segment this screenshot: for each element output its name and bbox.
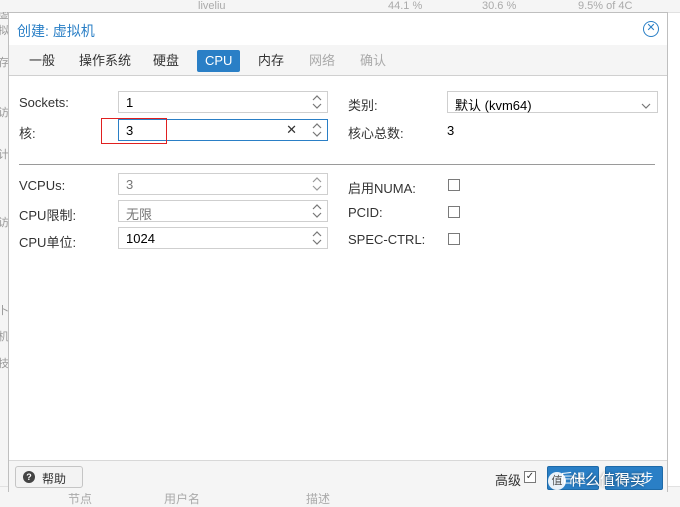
cpu-type-value: 默认 (kvm64): [455, 98, 532, 113]
spec-ctrl-label: SPEC-CTRL:: [348, 232, 426, 247]
question-circle-icon: ?: [23, 471, 35, 483]
type-label: 类别:: [348, 98, 378, 113]
cores-label: 核:: [19, 126, 36, 141]
dialog-titlebar: 创建: 虚拟机 ✕: [9, 13, 667, 45]
background-text: liveliu: [198, 0, 226, 12]
spinner-icon[interactable]: [311, 203, 323, 219]
cpu-units-label: CPU单位:: [19, 235, 77, 250]
spec-ctrl-checkbox[interactable]: [448, 233, 460, 245]
background-text: 44.1 %: [388, 0, 423, 12]
background-text: 卜: [0, 305, 8, 317]
background-text: 存: [0, 57, 8, 69]
help-label: 帮助: [42, 472, 67, 486]
create-vm-dialog: 创建: 虚拟机 ✕ 一般 操作系统 硬盘 CPU 内存 网络 确认 Socket…: [8, 12, 668, 493]
background-text: 技: [0, 358, 8, 370]
chevron-down-icon[interactable]: [641, 98, 651, 113]
tab-confirm[interactable]: 确认: [352, 50, 394, 72]
total-cores-value: 3: [447, 123, 455, 138]
spinner-icon[interactable]: [311, 176, 323, 192]
advanced-label: 高级: [495, 473, 522, 488]
close-icon[interactable]: ✕: [643, 21, 659, 37]
cpu-limit-label: CPU限制:: [19, 208, 77, 223]
background-text: 机: [0, 331, 8, 343]
total-cores-label: 核心总数:: [348, 126, 404, 141]
tab-general[interactable]: 一般: [21, 50, 63, 72]
spinner-icon[interactable]: [311, 122, 323, 138]
clear-icon[interactable]: ✕: [286, 122, 297, 138]
background-sidebar: 虚拟 存 访 计 访 卜 机 技: [0, 12, 8, 506]
pcid-checkbox[interactable]: [448, 206, 460, 218]
background-text: 计: [0, 149, 8, 161]
pcid-label: PCID:: [348, 205, 383, 220]
numa-label: 启用NUMA:: [348, 181, 416, 196]
cpu-type-select[interactable]: 默认 (kvm64): [447, 91, 658, 113]
advanced-checkbox[interactable]: ✓: [524, 471, 536, 483]
tab-disk[interactable]: 硬盘: [145, 50, 187, 72]
background-text: 9.5% of 4C: [578, 0, 633, 12]
background-text: 30.6 %: [482, 0, 517, 12]
help-button[interactable]: ? 帮助: [15, 466, 83, 488]
background-text: 访: [0, 217, 8, 229]
spinner-icon[interactable]: [311, 230, 323, 246]
cpu-units-value: 1024: [126, 231, 155, 246]
section-divider: [19, 164, 655, 165]
background-text: 访: [0, 107, 8, 119]
vcpus-label: VCPUs:: [19, 178, 66, 193]
dialog-title: 创建: 虚拟机: [17, 23, 95, 39]
tab-bar: 一般 操作系统 硬盘 CPU 内存 网络 确认: [9, 45, 667, 76]
annotation-highlight-box: [101, 118, 167, 144]
cpu-units-stepper[interactable]: 1024: [118, 227, 328, 249]
sockets-stepper[interactable]: 1: [118, 91, 328, 113]
sockets-value: 1: [126, 95, 134, 110]
background-text: 虚拟: [0, 12, 8, 37]
tab-network[interactable]: 网络: [301, 50, 343, 72]
tab-cpu[interactable]: CPU: [197, 50, 241, 72]
vcpus-value: 3: [126, 177, 134, 192]
spinner-icon[interactable]: [311, 94, 323, 110]
watermark-logo-icon: 值: [548, 472, 566, 491]
watermark: 值什么值得买: [548, 468, 676, 494]
tab-os[interactable]: 操作系统: [71, 50, 139, 72]
vcpus-stepper[interactable]: 3: [118, 173, 328, 195]
tab-memory[interactable]: 内存: [250, 50, 292, 72]
cpu-limit-stepper[interactable]: 无限: [118, 200, 328, 222]
sockets-label: Sockets:: [19, 95, 69, 110]
numa-checkbox[interactable]: [448, 179, 460, 191]
cpu-limit-placeholder: 无限: [126, 207, 153, 222]
watermark-text: 什么值得买: [570, 472, 646, 489]
